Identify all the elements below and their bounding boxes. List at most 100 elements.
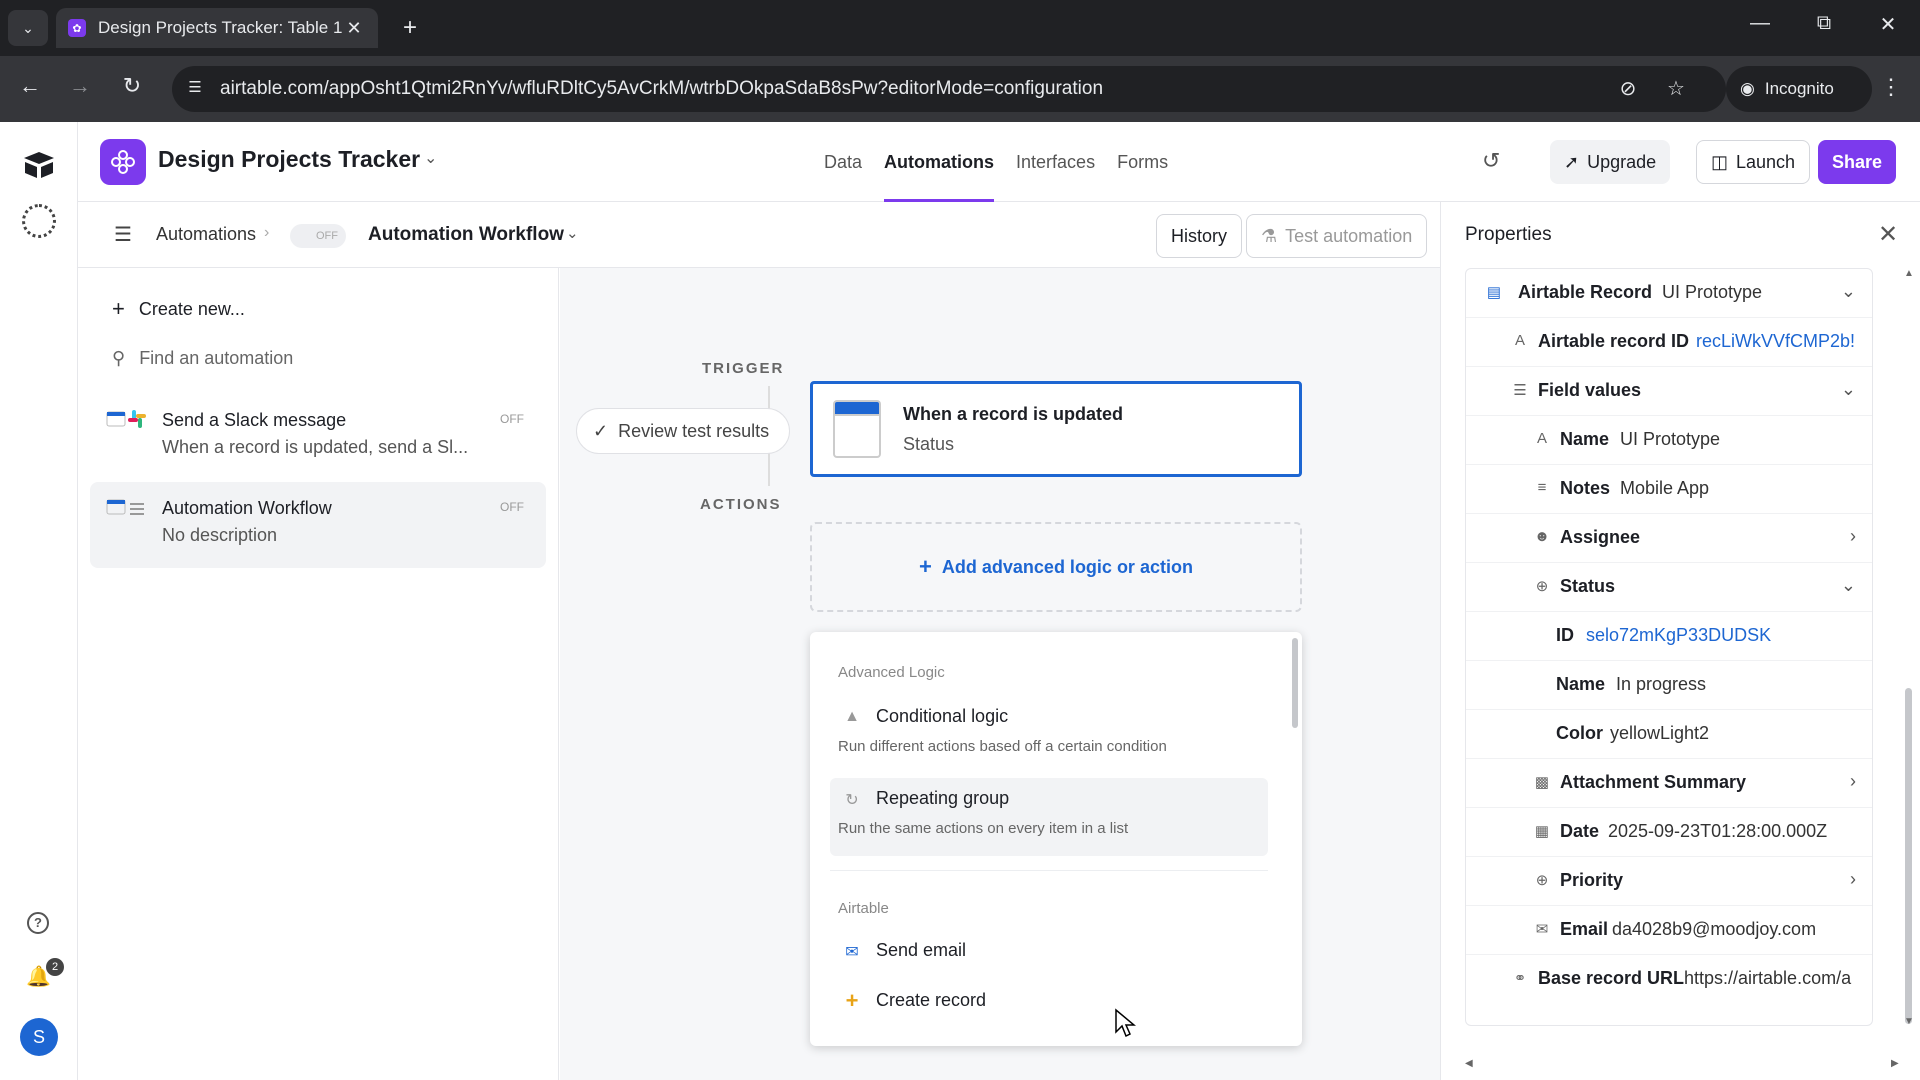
- tab-automations[interactable]: Automations: [884, 122, 995, 202]
- property-base-record-url[interactable]: ⚭ Base record URL https://airtable.com/a: [1466, 955, 1872, 1004]
- launch-button[interactable]: ◫ Launch: [1696, 140, 1811, 184]
- tab-data[interactable]: Data: [824, 122, 862, 202]
- browser-menu-icon[interactable]: ⋮: [1876, 74, 1906, 100]
- rocket-icon: ➚: [1564, 151, 1580, 172]
- automation-description: When a record is updated, send a Sl...: [162, 437, 469, 457]
- chevron-right-icon[interactable]: ›: [1850, 526, 1856, 547]
- scroll-up-icon[interactable]: ▲: [1904, 268, 1914, 279]
- close-window-button[interactable]: ✕: [1868, 12, 1908, 37]
- scroll-right-icon[interactable]: ▶: [1891, 1058, 1899, 1069]
- breadcrumb-automations[interactable]: Automations: [156, 224, 256, 245]
- automation-search[interactable]: ⚲ Find an automation: [112, 348, 293, 369]
- menu-item-title: Repeating group: [876, 788, 1010, 808]
- close-icon[interactable]: ✕: [1873, 220, 1903, 249]
- add-advanced-logic-button[interactable]: + Add advanced logic or action: [810, 522, 1302, 612]
- property-priority[interactable]: ⊕ Priority ›: [1466, 857, 1872, 906]
- trigger-card[interactable]: When a record is updated Status: [810, 381, 1302, 477]
- menu-item-description: Run different actions based off a certai…: [838, 738, 1167, 755]
- close-tab-icon[interactable]: ✕: [342, 18, 366, 39]
- property-name[interactable]: A Name UI Prototype: [1466, 416, 1872, 465]
- property-key: ID: [1556, 625, 1574, 645]
- scroll-down-icon[interactable]: ▼: [1904, 1016, 1914, 1027]
- upgrade-button[interactable]: ➚ Upgrade: [1550, 140, 1671, 184]
- chevron-down-icon[interactable]: ⌄: [1841, 281, 1856, 302]
- property-email[interactable]: ✉ Email da4028b9@moodjoy.com: [1466, 906, 1872, 955]
- base-history-icon[interactable]: ↺: [1482, 148, 1500, 174]
- property-assignee[interactable]: ☻ Assignee ›: [1466, 514, 1872, 563]
- scrollbar-thumb[interactable]: [1905, 688, 1912, 1024]
- property-airtable-record[interactable]: ▤ Airtable Record UI Prototype ⌄: [1466, 269, 1872, 318]
- left-rail: ? 🔔 2 S: [0, 122, 78, 1080]
- incognito-icon: ◉: [1740, 79, 1755, 98]
- avatar[interactable]: S: [20, 1018, 58, 1056]
- chevron-down-icon[interactable]: ⌄: [1841, 379, 1856, 400]
- menu-scrollbar[interactable]: [1292, 638, 1298, 728]
- current-automation-title[interactable]: Automation Workflow: [368, 224, 564, 246]
- properties-scrollbar[interactable]: ▲ ▼: [1903, 268, 1914, 1028]
- review-test-results-button[interactable]: ✓ Review test results: [576, 408, 790, 454]
- create-new-button[interactable]: + Create new...: [112, 296, 245, 322]
- priority-select-icon: ⊕: [1535, 872, 1549, 889]
- tab-forms[interactable]: Forms: [1117, 122, 1168, 202]
- forward-icon[interactable]: →: [64, 73, 96, 99]
- branch-icon: ▲: [844, 708, 860, 725]
- menu-item-create-record[interactable]: + Create record: [830, 980, 1268, 1024]
- menu-item-conditional-logic[interactable]: ▲ Conditional logic Run different action…: [830, 696, 1268, 764]
- incognito-indicator[interactable]: ◉ Incognito: [1726, 66, 1872, 112]
- property-field-values[interactable]: ☰ Field values ⌄: [1466, 367, 1872, 416]
- status-badge: OFF: [500, 500, 524, 514]
- list-item[interactable]: Automation Workflow No description OFF: [90, 482, 546, 568]
- menu-item-repeating-group[interactable]: ↻ Repeating group Run the same actions o…: [830, 778, 1268, 856]
- property-status-id[interactable]: ID selo72mKgP33DUDSK: [1466, 612, 1872, 661]
- chevron-right-icon[interactable]: ›: [1850, 869, 1856, 890]
- address-bar[interactable]: ☰ airtable.com/appOsht1Qtmi2RnYv/wfluRDl…: [172, 66, 1726, 112]
- list-item[interactable]: Send a Slack message When a record is up…: [90, 394, 546, 480]
- chevron-down-icon[interactable]: ⌄: [1841, 575, 1856, 596]
- flask-icon: ⚗: [1261, 225, 1278, 246]
- back-icon[interactable]: ←: [14, 73, 46, 99]
- test-automation-button[interactable]: ⚗ Test automation: [1246, 214, 1428, 258]
- property-value: yellowLight2: [1610, 723, 1710, 743]
- help-icon[interactable]: ?: [27, 912, 49, 934]
- property-notes[interactable]: ≡ Notes Mobile App: [1466, 465, 1872, 514]
- menu-item-send-email[interactable]: ✉ Send email: [830, 930, 1268, 974]
- new-tab-button[interactable]: +: [394, 14, 426, 46]
- property-status[interactable]: ⊕ Status ⌄: [1466, 563, 1872, 612]
- automation-toggle[interactable]: OFF: [290, 224, 346, 248]
- menu-section-advanced-logic: Advanced Logic: [838, 664, 945, 681]
- reload-icon[interactable]: ↻: [116, 73, 148, 99]
- properties-horizontal-scrollbar[interactable]: ◀ ▶: [1465, 1058, 1903, 1070]
- base-title[interactable]: Design Projects Tracker: [158, 146, 420, 173]
- hamburger-menu-icon[interactable]: ☰: [114, 222, 132, 247]
- menu-item-title: Create record: [876, 990, 987, 1010]
- property-value: selo72mKgP33DUDSK: [1586, 625, 1772, 645]
- browser-tab[interactable]: ✿ Design Projects Tracker: Table 1 ✕: [56, 8, 378, 48]
- base-icon[interactable]: [100, 139, 146, 185]
- property-date[interactable]: ▦ Date 2025-09-23T01:28:00.000Z: [1466, 808, 1872, 857]
- minimize-button[interactable]: —: [1740, 12, 1780, 35]
- airtable-logo-icon[interactable]: [22, 150, 56, 180]
- chevron-down-icon[interactable]: ⌄: [424, 148, 437, 168]
- tab-interfaces[interactable]: Interfaces: [1016, 122, 1095, 202]
- top-nav: Data Automations Interfaces Forms: [824, 122, 1168, 202]
- restore-button[interactable]: ⧉: [1804, 12, 1844, 35]
- status-select-icon: ⊕: [1535, 578, 1549, 595]
- property-status-name[interactable]: Name In progress: [1466, 661, 1872, 710]
- star-icon[interactable]: ☆: [1662, 76, 1690, 101]
- chevron-down-icon[interactable]: ⌄: [566, 224, 579, 242]
- chevron-right-icon[interactable]: ›: [1850, 771, 1856, 792]
- property-status-color[interactable]: Color yellowLight2: [1466, 710, 1872, 759]
- url-text[interactable]: airtable.com/appOsht1Qtmi2RnYv/wfluRDltC…: [220, 78, 1103, 100]
- property-attachment-summary[interactable]: ▩ Attachment Summary ›: [1466, 759, 1872, 808]
- property-record-id[interactable]: A Airtable record ID recLiWkVVfCMP2b!: [1466, 318, 1872, 367]
- property-key: Base record URL: [1538, 968, 1685, 988]
- property-key: Priority: [1560, 870, 1624, 890]
- tab-search-button[interactable]: ⌄: [8, 10, 48, 46]
- scroll-left-icon[interactable]: ◀: [1465, 1058, 1473, 1069]
- search-input[interactable]: Find an automation: [139, 348, 293, 369]
- history-button[interactable]: History: [1156, 214, 1243, 258]
- eye-off-icon[interactable]: ⊘: [1614, 76, 1642, 101]
- site-info-icon[interactable]: ☰: [184, 78, 206, 100]
- property-key: Field values: [1538, 380, 1642, 400]
- share-button[interactable]: Share: [1818, 140, 1897, 184]
